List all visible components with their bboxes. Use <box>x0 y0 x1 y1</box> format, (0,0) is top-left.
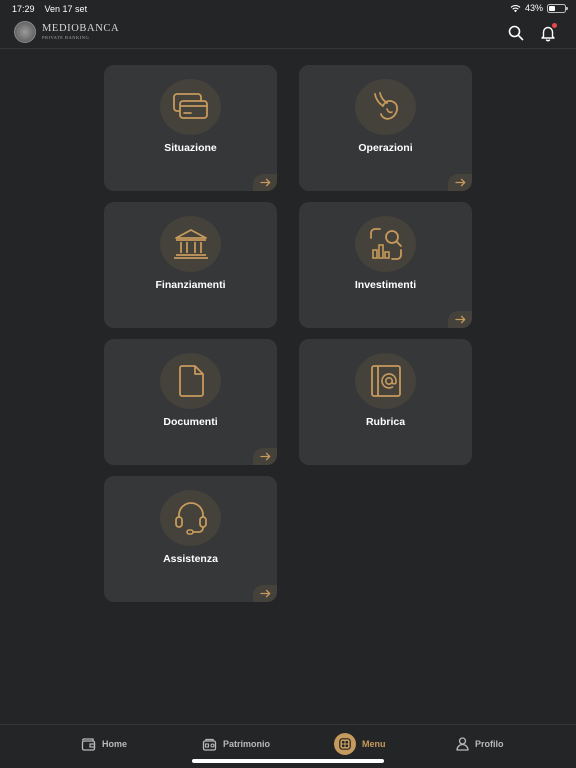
home-indicator <box>192 759 384 763</box>
user-icon <box>456 737 469 751</box>
tile-label: Assistenza <box>163 553 218 565</box>
tile-assistenza[interactable]: Assistenza <box>104 476 277 602</box>
search-button[interactable] <box>507 24 525 42</box>
tile-label: Situazione <box>164 142 217 154</box>
status-date: Ven 17 set <box>44 4 88 14</box>
tile-label: Finanziamenti <box>155 279 226 291</box>
chart-search-icon <box>369 228 402 260</box>
status-bar: 17:29 Ven 17 set 43% <box>0 0 576 17</box>
nav-label: Home <box>102 739 128 749</box>
menu-grid-icon <box>334 733 356 755</box>
wifi-icon <box>510 4 521 12</box>
tile-icon-circle <box>160 490 221 546</box>
nav-label: Patrimonio <box>223 739 271 749</box>
arrow-right-icon <box>253 448 277 465</box>
nav-label: Menu <box>362 739 386 749</box>
tile-icon-circle <box>160 216 221 272</box>
tile-operazioni[interactable]: Operazioni <box>299 65 472 191</box>
nav-home[interactable]: Home <box>81 733 127 755</box>
brand-logo[interactable]: MEDIOBANCA PRIVATE BANKING <box>14 21 119 43</box>
menu-screen: 17:29 Ven 17 set 43% MEDIOBANCA PRIVATE … <box>0 0 576 768</box>
arrow-right-icon <box>448 311 472 328</box>
tile-label: Rubrica <box>365 416 406 428</box>
tile-label: Investimenti <box>354 279 417 291</box>
brand-subtitle: PRIVATE BANKING <box>42 34 90 40</box>
portfolio-icon <box>202 738 217 751</box>
notification-dot <box>552 23 557 28</box>
menu-grid: Situazione Operazioni Finanziamenti Inve… <box>104 65 472 602</box>
hand-coin-icon <box>373 92 398 120</box>
tile-rubrica[interactable]: Rubrica <box>299 339 472 465</box>
document-icon <box>178 365 204 397</box>
app-header: MEDIOBANCA PRIVATE BANKING <box>0 17 576 49</box>
tile-icon-circle <box>355 353 416 409</box>
search-icon <box>508 25 524 41</box>
battery-icon <box>547 3 568 13</box>
tile-label: Documenti <box>163 416 218 428</box>
arrow-right-icon <box>448 174 472 191</box>
cards-icon <box>172 93 208 119</box>
brand-text: MEDIOBANCA PRIVATE BANKING <box>42 23 120 40</box>
brand-seal-icon <box>14 21 36 43</box>
tile-situazione[interactable]: Situazione <box>104 65 277 191</box>
status-left: 17:29 Ven 17 set <box>12 4 87 14</box>
arrow-right-icon <box>253 174 277 191</box>
status-time: 17:29 <box>12 4 35 14</box>
brand-name: MEDIOBANCA <box>42 23 120 34</box>
tile-icon-circle <box>160 353 221 409</box>
arrow-right-icon <box>253 585 277 602</box>
address-book-icon <box>370 365 401 397</box>
wallet-icon <box>81 737 96 751</box>
status-right: 43% <box>510 3 568 13</box>
nav-label: Profilo <box>475 739 504 749</box>
tile-icon-circle <box>355 79 416 135</box>
headset-icon <box>174 502 207 535</box>
nav-patrimonio[interactable]: Patrimonio <box>202 733 270 755</box>
nav-profilo[interactable]: Profilo <box>456 733 504 755</box>
tile-icon-circle <box>160 79 221 135</box>
bank-icon <box>173 229 208 259</box>
battery-fill <box>549 5 556 11</box>
battery-percent: 43% <box>524 3 543 13</box>
nav-menu[interactable]: Menu <box>334 733 386 755</box>
tile-documenti[interactable]: Documenti <box>104 339 277 465</box>
tile-investimenti[interactable]: Investimenti <box>299 202 472 328</box>
tile-icon-circle <box>355 216 416 272</box>
tile-finanziamenti[interactable]: Finanziamenti <box>104 202 277 328</box>
tile-label: Operazioni <box>358 142 413 154</box>
notifications-button[interactable] <box>539 23 557 42</box>
